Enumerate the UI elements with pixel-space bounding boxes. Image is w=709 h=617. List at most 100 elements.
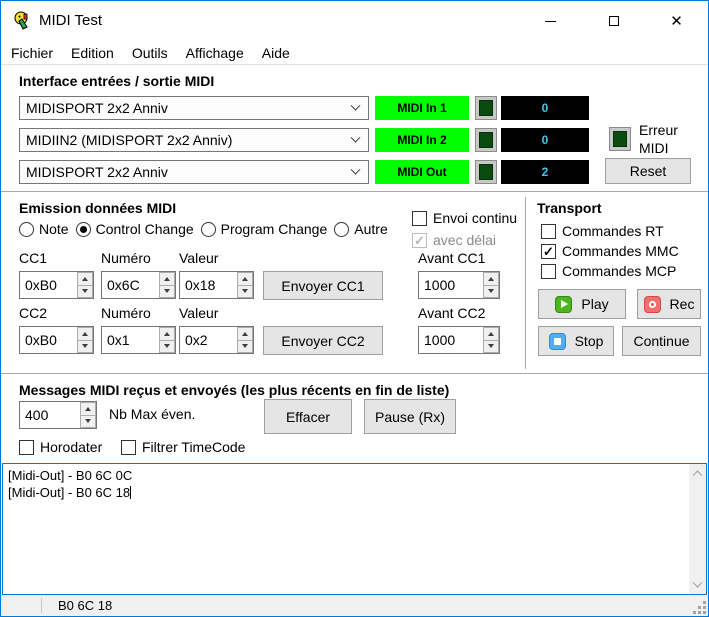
midi-out-device-value: MIDISPORT 2x2 Anniv: [26, 164, 168, 180]
continue-button[interactable]: Continue: [622, 326, 701, 356]
menu-affichage[interactable]: Affichage: [177, 42, 253, 64]
spin-down-button[interactable]: [237, 340, 253, 353]
rec-button[interactable]: Rec: [637, 289, 701, 319]
scroll-down-button[interactable]: [689, 577, 706, 594]
close-button[interactable]: ✕: [645, 1, 708, 41]
minimize-icon: [545, 20, 556, 22]
radio-program-change[interactable]: Program Change: [200, 221, 327, 237]
radio-icon: [334, 221, 350, 237]
effacer-button[interactable]: Effacer: [264, 399, 352, 434]
menu-edition[interactable]: Edition: [62, 42, 123, 64]
spin-up-button[interactable]: [237, 327, 253, 341]
radio-note[interactable]: Note: [19, 221, 69, 237]
horodater-checkbox[interactable]: Horodater: [19, 439, 102, 455]
spin-down-button[interactable]: [483, 340, 499, 353]
cc2-numero-field[interactable]: [101, 326, 176, 354]
cc2-valeur-label: Valeur: [179, 305, 219, 321]
spin-up-button[interactable]: [159, 272, 175, 286]
avant-cc1-field[interactable]: [418, 271, 500, 299]
max-events-field[interactable]: [19, 401, 97, 429]
spin-down-button[interactable]: [77, 285, 93, 298]
status-message: B0 6C 18: [58, 598, 113, 613]
cc2-status-field[interactable]: [19, 326, 94, 354]
spin-down-button[interactable]: [237, 285, 253, 298]
title-bar[interactable]: MIDI Test ✕: [1, 1, 708, 41]
text-caret: [130, 486, 132, 499]
midi-in1-counter: 0: [501, 96, 589, 120]
spin-up-button[interactable]: [77, 272, 93, 286]
midi-error-label: Erreur MIDI: [639, 122, 678, 156]
cc1-numero-field[interactable]: [101, 271, 176, 299]
midi-log-textarea[interactable]: [Midi-Out] - B0 6C 0C [Midi-Out] - B0 6C…: [2, 463, 707, 595]
midi-in2-led: [475, 128, 497, 152]
envoi-continu-checkbox[interactable]: Envoi continu: [412, 210, 517, 226]
midi-in1-label: MIDI In 1: [375, 96, 469, 120]
stop-button[interactable]: Stop: [538, 326, 614, 356]
spin-down-button[interactable]: [159, 340, 175, 353]
midi-out-device-select[interactable]: MIDISPORT 2x2 Anniv: [19, 160, 369, 184]
spin-up-icon: [164, 331, 170, 336]
window-title: MIDI Test: [39, 12, 103, 29]
avant-cc2-label: Avant CC2: [418, 305, 486, 321]
maximize-button[interactable]: [582, 1, 645, 41]
midi-in2-device-select[interactable]: MIDIIN2 (MIDISPORT 2x2 Anniv): [19, 128, 369, 152]
menu-aide[interactable]: Aide: [253, 42, 299, 64]
radio-autre[interactable]: Autre: [334, 221, 388, 237]
midi-out-counter: 2: [501, 160, 589, 184]
radio-icon: [200, 221, 216, 237]
spin-up-icon: [242, 276, 248, 281]
log-scrollbar[interactable]: [689, 464, 706, 594]
spin-down-button[interactable]: [483, 285, 499, 298]
play-icon: [555, 295, 573, 313]
spin-up-button[interactable]: [483, 272, 499, 286]
spin-down-button[interactable]: [80, 415, 96, 428]
stop-icon: [548, 332, 566, 350]
checkbox-checked-icon: ✓: [541, 243, 556, 259]
filtrer-timecode-checkbox[interactable]: Filtrer TimeCode: [121, 439, 245, 455]
radio-selected-icon: [75, 221, 91, 237]
minimize-button[interactable]: [519, 1, 582, 41]
spin-up-button[interactable]: [77, 327, 93, 341]
resize-grip-icon[interactable]: [693, 601, 706, 614]
envoyer-cc2-button[interactable]: Envoyer CC2: [263, 326, 383, 355]
spin-up-button[interactable]: [80, 402, 96, 416]
cc2-valeur-field[interactable]: [179, 326, 254, 354]
spin-up-button[interactable]: [483, 327, 499, 341]
avant-cc2-field[interactable]: [418, 326, 500, 354]
commandes-mcp-checkbox[interactable]: Commandes MCP: [541, 263, 676, 279]
midi-in2-label: MIDI In 2: [375, 128, 469, 152]
radio-control-change[interactable]: Control Change: [75, 221, 194, 237]
section-divider: [1, 373, 708, 374]
envoyer-cc1-button[interactable]: Envoyer CC1: [263, 271, 383, 300]
transport-section-title: Transport: [537, 200, 602, 216]
spin-up-button[interactable]: [159, 327, 175, 341]
spin-down-icon: [242, 289, 248, 294]
commandes-mmc-checkbox[interactable]: ✓ Commandes MMC: [541, 243, 679, 259]
scroll-up-button[interactable]: [689, 464, 706, 481]
checkbox-icon: [412, 210, 427, 226]
spin-down-button[interactable]: [159, 285, 175, 298]
play-button[interactable]: Play: [538, 289, 626, 319]
spin-up-icon: [82, 276, 88, 281]
menu-fichier[interactable]: Fichier: [2, 42, 62, 64]
app-window: MIDI Test ✕ Fichier Edition Outils Affic…: [0, 0, 709, 617]
commandes-rt-checkbox[interactable]: Commandes RT: [541, 223, 664, 239]
midi-in1-device-select[interactable]: MIDISPORT 2x2 Anniv: [19, 96, 369, 120]
cc1-valeur-field[interactable]: [179, 271, 254, 299]
midi-in2-counter: 0: [501, 128, 589, 152]
reset-button[interactable]: Reset: [605, 158, 691, 184]
io-section-title: Interface entrées / sortie MIDI: [19, 73, 215, 89]
midi-in2-device-value: MIDIIN2 (MIDISPORT 2x2 Anniv): [26, 132, 233, 148]
checkbox-icon: [19, 439, 34, 455]
midi-out-label: MIDI Out: [375, 160, 469, 184]
emission-section-title: Emission données MIDI: [19, 200, 177, 216]
radio-icon: [19, 221, 34, 237]
menu-outils[interactable]: Outils: [123, 42, 177, 64]
spin-down-button[interactable]: [77, 340, 93, 353]
spin-up-button[interactable]: [237, 272, 253, 286]
pause-rx-button[interactable]: Pause (Rx): [364, 399, 456, 434]
log-line: [Midi-Out] - B0 6C 0C: [8, 468, 133, 483]
chevron-up-icon: [692, 470, 703, 481]
cc1-status-field[interactable]: [19, 271, 94, 299]
spin-down-icon: [488, 344, 494, 349]
